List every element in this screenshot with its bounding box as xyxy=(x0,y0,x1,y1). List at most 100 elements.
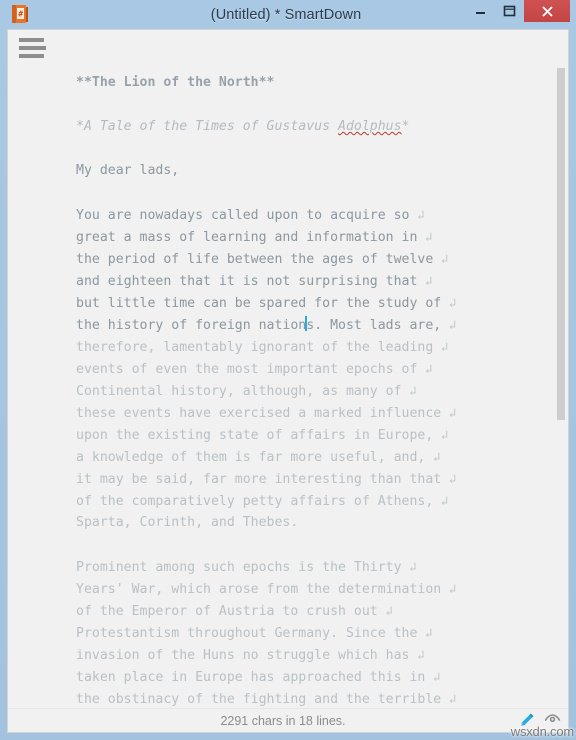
smartdown-book-icon: # xyxy=(10,4,30,25)
line-wrap-icon: ↲ xyxy=(377,603,393,618)
line-wrap-icon: ↲ xyxy=(417,625,433,640)
editor-line: but little time can be spared for the st… xyxy=(76,292,542,314)
toolbar xyxy=(8,30,568,60)
editor-line-text: of the Emperor of Austria to crush out xyxy=(76,604,378,619)
editor-line-text: Prominent among such epochs is the Thirt… xyxy=(76,560,402,575)
editor-line-text: events of even the most important epochs… xyxy=(76,362,418,377)
editor-line: the obstinacy of the fighting and the te… xyxy=(76,688,542,708)
editor-line: these events have exercised a marked inf… xyxy=(76,402,542,424)
line-wrap-icon: ↲ xyxy=(441,471,457,486)
line-wrap-icon: ↲ xyxy=(409,207,425,222)
editor-line-text: and eighteen that it is not surprising t… xyxy=(76,274,418,289)
status-bar: 2291 chars in 18 lines. xyxy=(8,708,568,732)
line-wrap-icon: ↲ xyxy=(409,647,425,662)
line-wrap-icon: ↲ xyxy=(441,295,457,310)
line-wrap-icon: ↲ xyxy=(417,273,433,288)
editor-line: therefore, lamentably ignorant of the le… xyxy=(76,336,542,358)
scrollbar-thumb[interactable] xyxy=(557,68,565,420)
editor-line: Prominent among such epochs is the Thirt… xyxy=(76,556,542,578)
hamburger-bar xyxy=(19,38,44,42)
minimize-button[interactable] xyxy=(466,0,495,22)
close-button[interactable] xyxy=(524,0,570,22)
editor-line: great a mass of learning and information… xyxy=(76,226,542,248)
title-bar: # (Untitled) * SmartDown xyxy=(7,0,570,29)
editor-line: of the comparatively petty affairs of At… xyxy=(76,490,542,512)
editor-line: Years' War, which arose from the determi… xyxy=(76,578,542,600)
editor-line-text: *A Tale of the Times of Gustavus Adolphu… xyxy=(76,119,410,134)
editor-line-text: the period of life between the ages of t… xyxy=(76,252,434,267)
application-window: # (Untitled) * SmartDown **The Lion of t… xyxy=(0,0,576,740)
line-wrap-icon: ↲ xyxy=(441,317,457,332)
eye-icon[interactable] xyxy=(542,710,562,730)
editor-scroll-viewport: **The Lion of the North** *A Tale of the… xyxy=(8,60,568,708)
line-wrap-icon: ↲ xyxy=(433,339,449,354)
editor-line-text: You are nowadays called upon to acquire … xyxy=(76,208,410,223)
editor-line-text: a knowledge of them is far more useful, … xyxy=(76,450,426,465)
editor-line-text: My dear lads, xyxy=(76,163,180,178)
text-caret xyxy=(305,316,308,331)
pencil-icon[interactable] xyxy=(517,710,537,730)
editor-line-text: Continental history, although, as many o… xyxy=(76,384,402,399)
misspelled-word: Adolphus xyxy=(338,119,402,134)
editor-line-text: these events have exercised a marked inf… xyxy=(76,406,442,421)
editor-line-text: upon the existing state of affairs in Eu… xyxy=(76,428,434,443)
svg-text:#: # xyxy=(18,10,23,19)
editor-line-text: great a mass of learning and information… xyxy=(76,230,418,245)
editor-line-text: but little time can be spared for the st… xyxy=(76,296,442,311)
editor-line-text: Sparta, Corinth, and Thebes. xyxy=(76,515,299,530)
editor-line-text: Years' War, which arose from the determi… xyxy=(76,582,442,597)
editor-line-text: it may be said, far more interesting tha… xyxy=(76,472,442,487)
line-wrap-icon: ↲ xyxy=(425,669,441,684)
editor-line: it may be said, far more interesting tha… xyxy=(76,468,542,490)
editor-line: My dear lads, xyxy=(76,160,542,182)
line-wrap-icon: ↲ xyxy=(433,493,449,508)
editor-line: Continental history, although, as many o… xyxy=(76,380,542,402)
editor-line: taken place in Europe has approached thi… xyxy=(76,666,542,688)
editor-line-text: invasion of the Huns no struggle which h… xyxy=(76,648,410,663)
editor-line: of the Emperor of Austria to crush out ↲ xyxy=(76,600,542,622)
editor-line: *A Tale of the Times of Gustavus Adolphu… xyxy=(76,116,542,138)
editor-line-text: therefore, lamentably ignorant of the le… xyxy=(76,340,434,355)
hamburger-bar xyxy=(19,46,46,50)
editor-line: You are nowadays called upon to acquire … xyxy=(76,204,542,226)
line-wrap-icon: ↲ xyxy=(401,559,417,574)
view-mode-switcher xyxy=(517,710,562,730)
editor-line: the period of life between the ages of t… xyxy=(76,248,542,270)
maximize-button[interactable] xyxy=(495,0,524,22)
editor-line-text: the obstinacy of the fighting and the te… xyxy=(76,692,442,707)
line-wrap-icon: ↲ xyxy=(441,581,457,596)
editor-line: events of even the most important epochs… xyxy=(76,358,542,380)
line-wrap-icon: ↲ xyxy=(433,427,449,442)
window-controls xyxy=(466,0,570,22)
editor-line: Protestantism throughout Germany. Since … xyxy=(76,622,542,644)
editor-line: the history of foreign nations. Most lad… xyxy=(76,314,542,336)
vertical-scrollbar[interactable] xyxy=(554,60,568,708)
hamburger-bar xyxy=(19,54,44,58)
client-area: **The Lion of the North** *A Tale of the… xyxy=(7,29,569,733)
char-line-count-status: 2291 chars in 18 lines. xyxy=(220,713,346,728)
hamburger-menu-icon[interactable] xyxy=(19,38,46,58)
line-wrap-icon: ↲ xyxy=(441,405,457,420)
editor-line-text: Protestantism throughout Germany. Since … xyxy=(76,626,418,641)
line-wrap-icon: ↲ xyxy=(401,383,417,398)
editor-line: invasion of the Huns no struggle which h… xyxy=(76,644,542,666)
editor-line: a knowledge of them is far more useful, … xyxy=(76,446,542,468)
editor-line: and eighteen that it is not surprising t… xyxy=(76,270,542,292)
editor-line: Sparta, Corinth, and Thebes. xyxy=(76,512,542,534)
line-wrap-icon: ↲ xyxy=(417,361,433,376)
line-wrap-icon: ↲ xyxy=(425,449,441,464)
editor-line-text: taken place in Europe has approached thi… xyxy=(76,670,426,685)
editor-line-text: **The Lion of the North** xyxy=(76,75,275,90)
line-wrap-icon: ↲ xyxy=(433,251,449,266)
editor-line-text: the history of foreign nations. Most lad… xyxy=(76,316,442,333)
editor-line-text: of the comparatively petty affairs of At… xyxy=(76,494,434,509)
editor-line: **The Lion of the North** xyxy=(76,72,542,94)
line-wrap-icon: ↲ xyxy=(417,229,433,244)
line-wrap-icon: ↲ xyxy=(441,691,457,706)
markdown-editor-textarea[interactable]: **The Lion of the North** *A Tale of the… xyxy=(8,60,556,708)
editor-line: upon the existing state of affairs in Eu… xyxy=(76,424,542,446)
